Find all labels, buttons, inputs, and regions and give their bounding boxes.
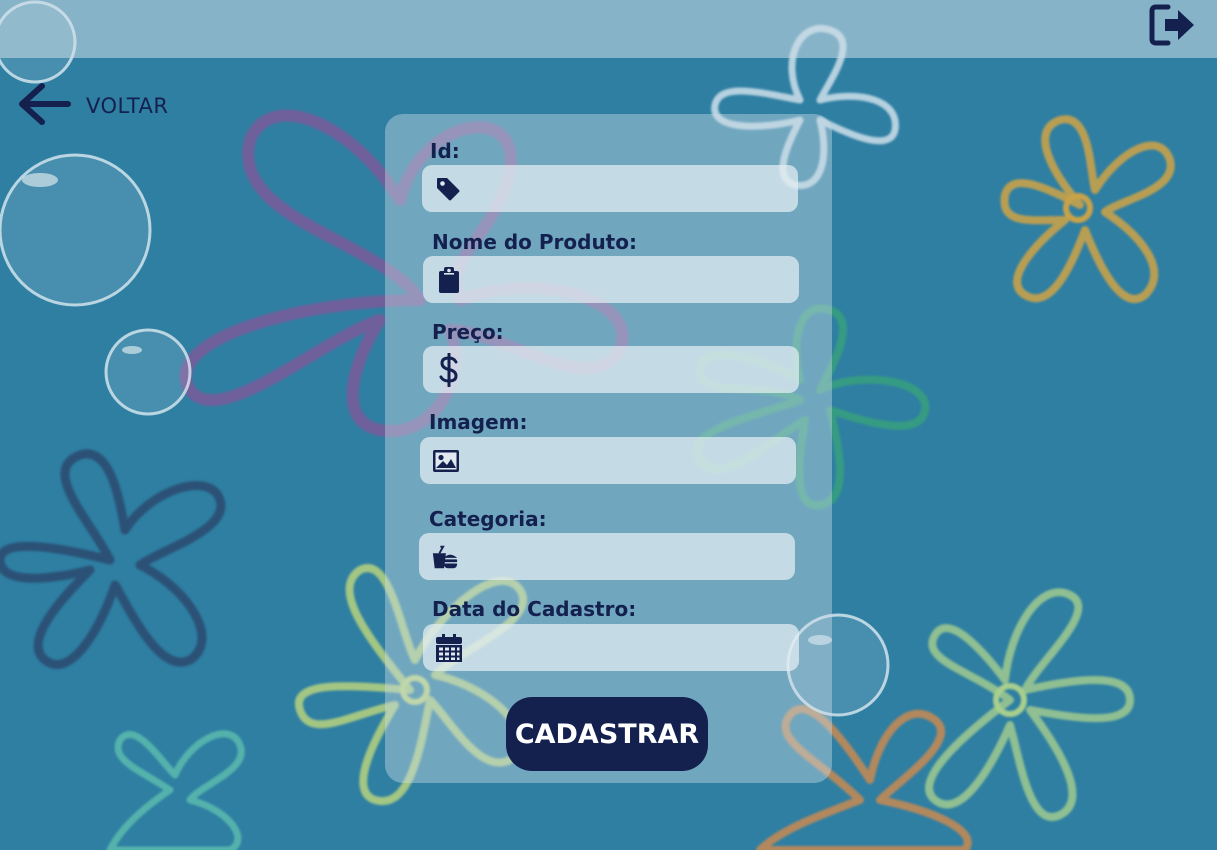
- product-name-label: Nome do Produto:: [432, 230, 637, 254]
- category-field[interactable]: [419, 533, 795, 580]
- product-form: Id: Nome do Produto: Preço: Imagem: Cate…: [385, 114, 832, 783]
- category-label: Categoria:: [429, 507, 547, 531]
- clipboard-icon: [435, 266, 463, 294]
- image-input[interactable]: [468, 439, 796, 482]
- product-name-input[interactable]: [471, 258, 799, 301]
- register-button[interactable]: CADASTRAR: [506, 697, 708, 771]
- tag-icon: [434, 175, 462, 203]
- back-label: VOLTAR: [86, 94, 169, 118]
- register-date-field[interactable]: [423, 624, 799, 671]
- logout-button[interactable]: [1147, 4, 1199, 50]
- back-link[interactable]: VOLTAR: [16, 80, 169, 132]
- image-label: Imagem:: [429, 410, 528, 434]
- register-date-input[interactable]: [471, 626, 799, 669]
- id-field[interactable]: [422, 165, 798, 212]
- price-label: Preço:: [432, 320, 504, 344]
- arrow-left-icon: [16, 80, 72, 132]
- id-input[interactable]: [470, 167, 798, 210]
- image-icon: [432, 447, 460, 475]
- sign-out-icon: [1148, 3, 1198, 51]
- price-field[interactable]: [423, 346, 799, 393]
- id-label: Id:: [430, 139, 460, 163]
- product-name-field[interactable]: [423, 256, 799, 303]
- image-field[interactable]: [420, 437, 796, 484]
- calendar-icon: [435, 633, 463, 662]
- top-bar: [0, 0, 1217, 58]
- register-date-label: Data do Cadastro:: [432, 597, 637, 621]
- food-icon: [431, 543, 459, 571]
- price-input[interactable]: [471, 348, 799, 391]
- dollar-icon: [435, 352, 463, 387]
- category-input[interactable]: [467, 535, 795, 578]
